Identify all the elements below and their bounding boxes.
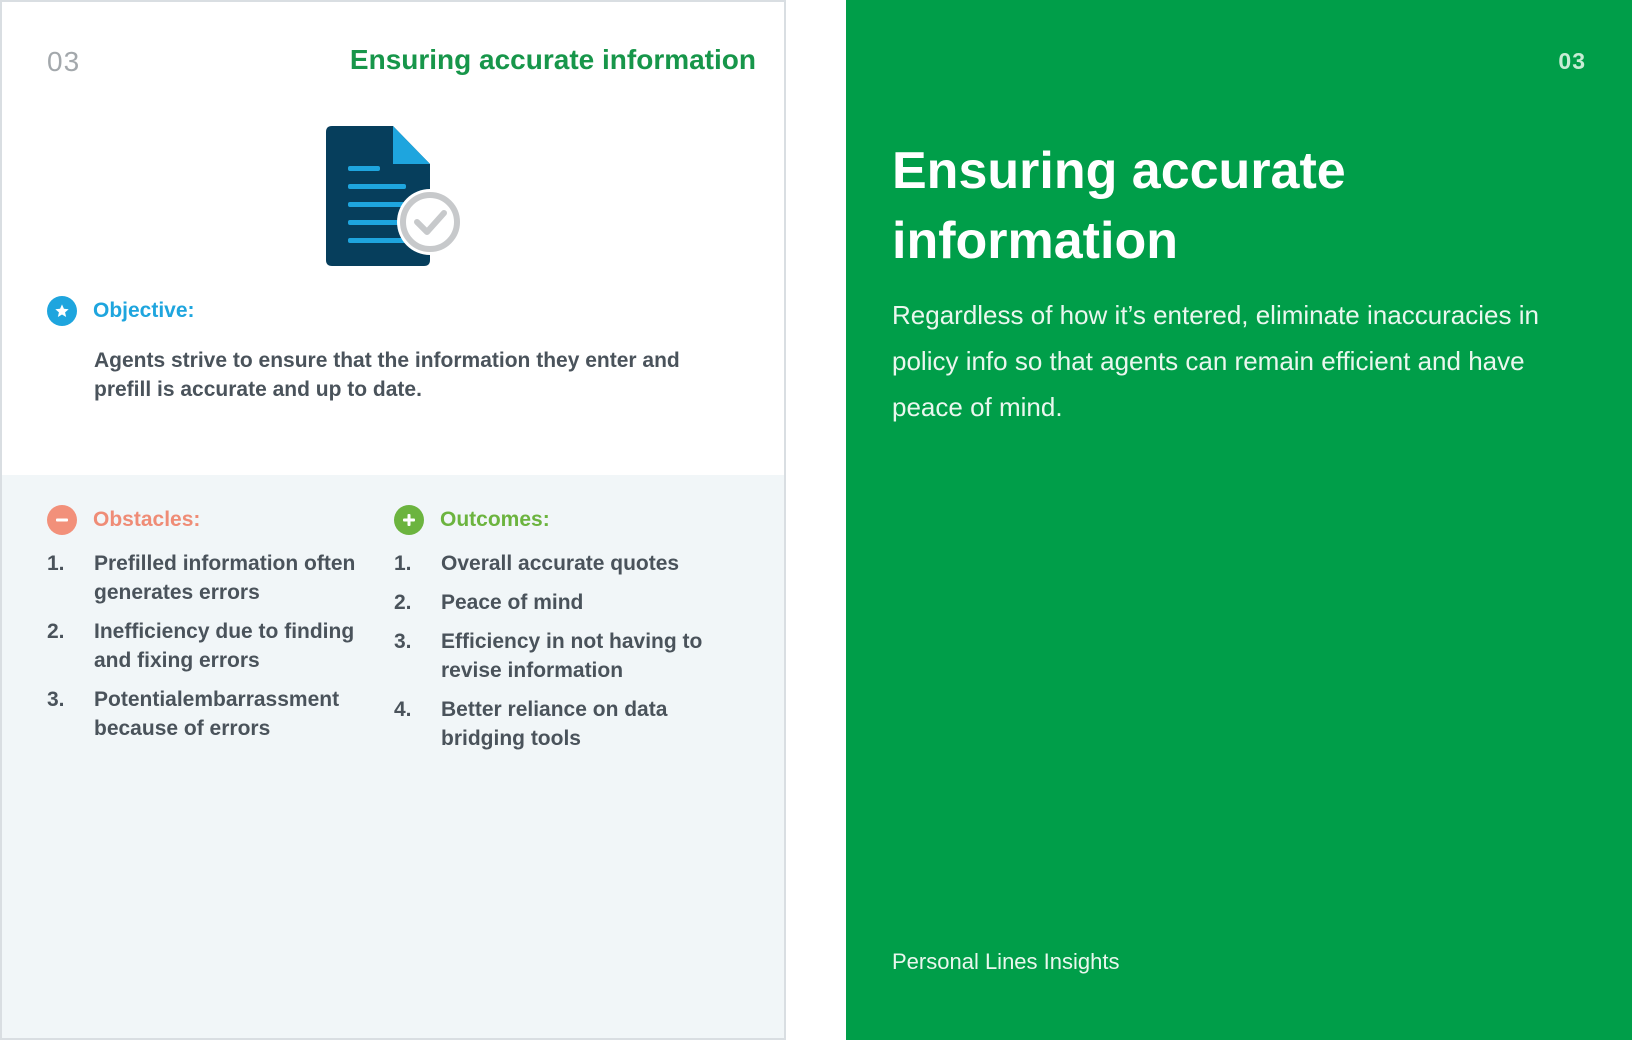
list-item-number: 3. [47,688,65,711]
star-icon [47,296,77,326]
document-check-icon [326,126,466,272]
page: 03 Ensuring accurate information Objecti… [0,0,1634,1040]
list-item-text: Peace of mind [441,591,584,614]
list-item: 1. Overall accurate quotes [394,549,714,578]
plus-icon [394,505,424,535]
minus-icon [47,505,77,535]
outcomes-heading: Outcomes: [394,505,714,535]
list-item-number: 4. [394,698,412,721]
objective-text: Agents strive to ensure that the informa… [94,349,680,401]
list-item-text: Overall accurate quotes [441,552,680,575]
footer-label: Personal Lines Insights [892,949,1120,974]
list-item-number: 1. [47,552,65,575]
list-item: 2. Peace of mind [394,588,714,617]
list-item: 3. Potentialembarrassment because of err… [47,685,367,743]
list-item-text: Efficiency in not having to revise infor… [441,630,703,682]
list-item-number: 1. [394,552,412,575]
list-item-text: Prefilled information often generates er… [94,552,356,604]
page-number: 03 [47,46,81,77]
obstacles-heading: Obstacles: [47,505,367,535]
right-card: 03 Ensuring accurate information Regardl… [846,0,1632,1040]
list-item: 4. Better reliance on data bridging tool… [394,695,714,753]
page-number: 03 [1558,48,1586,74]
obstacles-label: Obstacles: [93,508,201,531]
list-item: 3. Efficiency in not having to revise in… [394,627,714,685]
obstacles-list: 1. Prefilled information often generates… [47,549,367,743]
list-item-number: 2. [47,620,65,643]
outcomes-label: Outcomes: [440,508,550,531]
list-item-number: 3. [394,630,412,653]
page-title: Ensuring accurate information [349,44,756,75]
section-title: Ensuring accurate information [892,142,1346,270]
section-description: Regardless of how it’s entered, eliminat… [892,300,1539,422]
objective-label: Objective: [93,299,195,322]
objective-heading: Objective: [47,296,727,326]
outcomes-list: 1. Overall accurate quotes 2. Peace of m… [394,549,714,753]
list-item-text: Better reliance on data bridging tools [441,698,668,750]
list-item-number: 2. [394,591,412,614]
list-item-text: Inefficiency due to finding and fixing e… [94,620,355,672]
list-item: 2. Inefficiency due to finding and fixin… [47,617,367,675]
list-item-text: Potentialembarrassment because of errors [94,688,340,740]
obstacles-section: Obstacles: 1. Prefilled information ofte… [47,505,367,753]
outcomes-section: Outcomes: 1. Overall accurate quotes 2. … [394,505,714,763]
list-item: 1. Prefilled information often generates… [47,549,367,607]
left-card: 03 Ensuring accurate information Objecti… [0,0,786,1040]
objective-section: Objective: Agents strive to ensure that … [47,296,727,404]
